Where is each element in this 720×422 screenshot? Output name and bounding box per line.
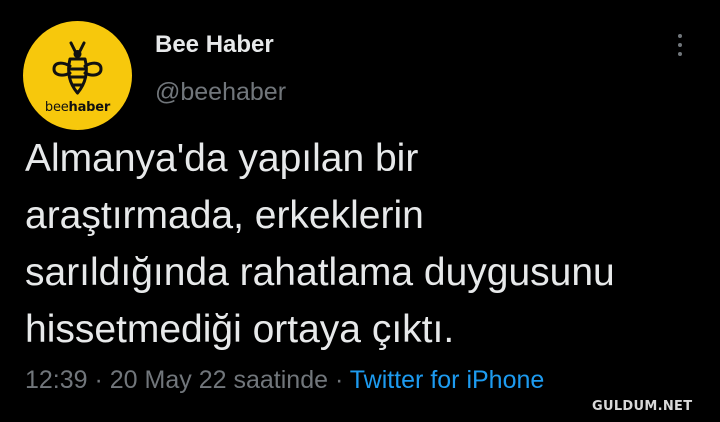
more-dot [678, 34, 682, 38]
tweet-date[interactable]: 20 May 22 [110, 366, 227, 394]
more-dot [678, 43, 682, 47]
more-vertical-icon[interactable] [668, 30, 692, 60]
avatar[interactable]: beehaber [23, 21, 132, 130]
tweet-meta: 12:39 · 20 May 22 saatinde · Twitter for… [25, 366, 544, 395]
tweet-time[interactable]: 12:39 [25, 366, 88, 394]
separator: · [328, 366, 350, 394]
display-name[interactable]: Bee Haber [155, 31, 274, 59]
avatar-logo-text: beehaber [23, 100, 132, 115]
separator: · [87, 366, 110, 394]
tweet-text: Almanya'da yapılan bir araştırmada, erke… [25, 137, 615, 351]
user-handle[interactable]: @beehaber [155, 78, 286, 107]
more-dot [678, 52, 682, 56]
watermark: GULDUM.NET [592, 399, 693, 414]
logo-text-bold: haber [68, 100, 111, 115]
logo-text-regular: bee [44, 100, 69, 115]
date-suffix: saatinde [226, 366, 328, 394]
tweet-source-link[interactable]: Twitter for iPhone [350, 366, 545, 394]
